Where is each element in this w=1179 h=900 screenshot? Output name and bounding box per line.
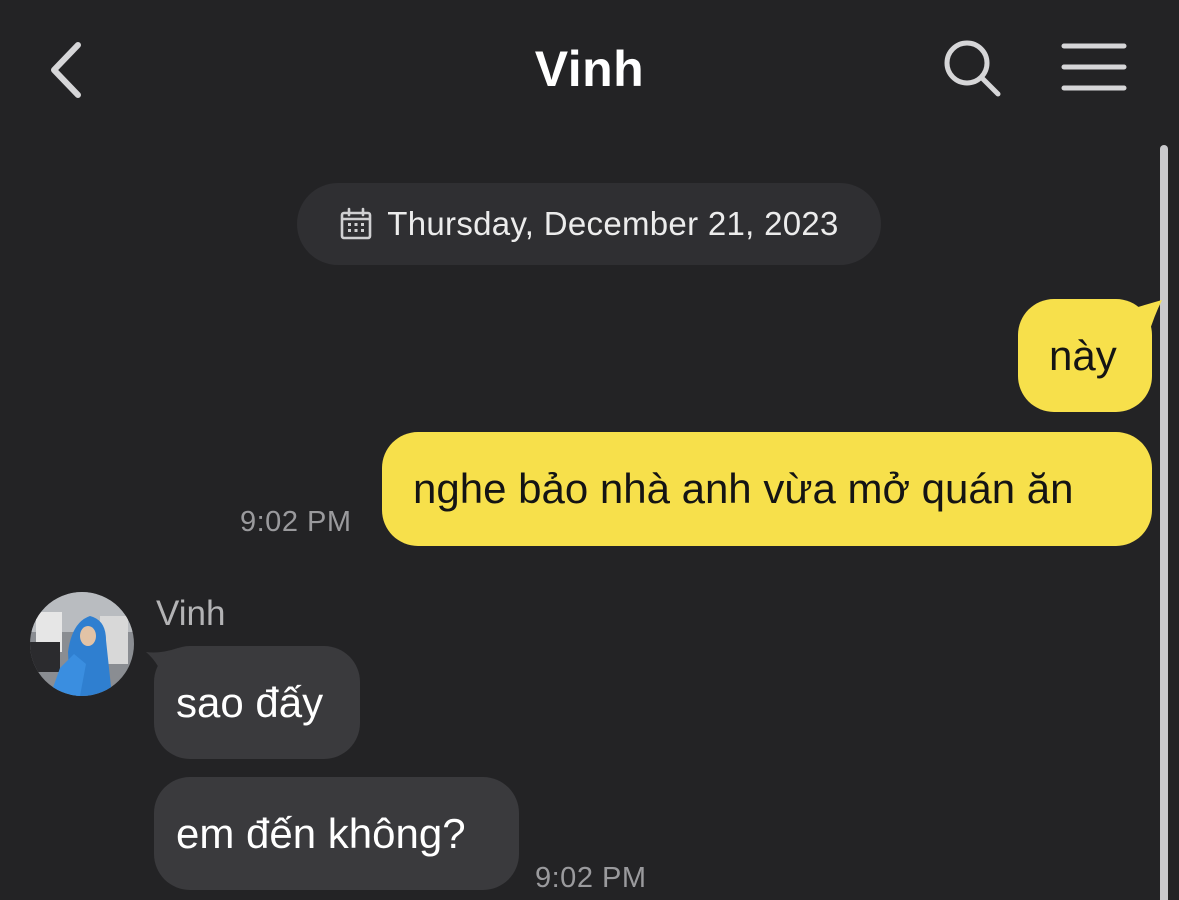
sender-name: Vinh [156,594,226,633]
message-text: sao đấy [176,678,324,726]
message-text: nghe bảo nhà anh vừa mở quán ăn [413,465,1074,512]
message-timestamp: 9:02 PM [535,862,647,894]
calendar-icon [340,207,372,240]
chat-screen: Vinh Thursday, December 21, 2023 này ngh… [0,0,1179,900]
message-bubble-outgoing[interactable]: này [1018,299,1152,412]
avatar[interactable] [30,592,134,696]
message-bubble-incoming[interactable]: sao đấy [154,646,360,759]
date-divider: Thursday, December 21, 2023 [297,183,881,265]
message-text: này [1049,331,1117,379]
message-timestamp: 9:02 PM [240,506,352,538]
avatar-photo [30,592,134,696]
date-text: Thursday, December 21, 2023 [387,205,839,242]
menu-icon [1061,43,1127,91]
message-bubble-outgoing[interactable]: nghe bảo nhà anh vừa mở quán ăn [382,432,1152,546]
message-bubble-incoming[interactable]: em đến không? [154,777,519,890]
scrollbar[interactable] [1160,145,1168,900]
message-text: em đến không? [176,809,466,857]
search-button[interactable] [940,36,1006,102]
search-icon [944,40,1001,97]
menu-button[interactable] [1058,36,1132,102]
